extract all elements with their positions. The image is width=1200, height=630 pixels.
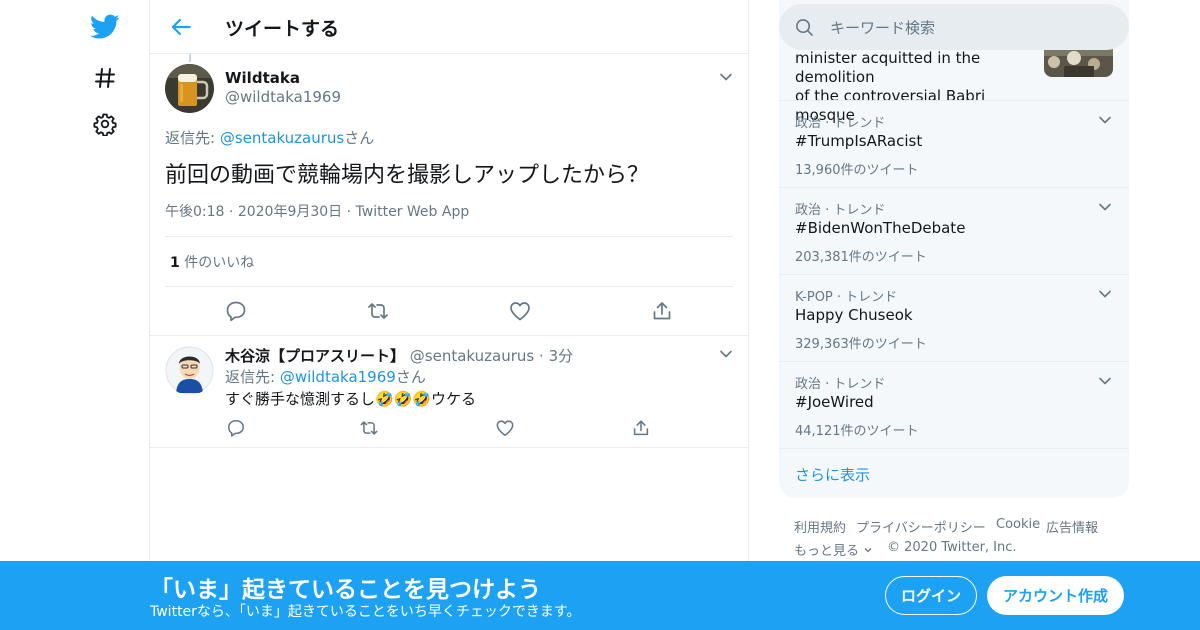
footer-copyright: © 2020 Twitter, Inc. (887, 540, 1017, 555)
tweet-more-chevron-icon[interactable] (718, 69, 734, 85)
like-heart-icon[interactable] (508, 299, 532, 323)
trend-item[interactable]: 政治 · トレンド #BidenWonTheDebate 203,381件のツイ… (779, 187, 1129, 274)
tweet-author-name[interactable]: Wildtaka (225, 69, 300, 87)
trend-category: K-POP · トレンド (795, 290, 898, 305)
divider (150, 335, 748, 336)
trend-name: #BidenWonTheDebate (795, 219, 966, 237)
trend-tweet-count: 13,960件のツイート (795, 163, 919, 178)
reply-header: 木谷涼【プロアスリート】 @sentakuzaurus · 3分 (225, 345, 573, 366)
login-button[interactable]: ログイン (885, 576, 977, 615)
page-header: ツイートする (150, 0, 748, 54)
footer-cookie-link[interactable]: Cookie (996, 517, 1040, 532)
reply-author-handle[interactable]: @sentakuzaurus (410, 347, 534, 365)
reply-author-name[interactable]: 木谷涼【プロアスリート】 (225, 347, 405, 365)
tweet-source[interactable]: Twitter Web App (356, 204, 470, 220)
trend-tweet-count: 329,363件のツイート (795, 337, 927, 352)
signup-button[interactable]: アカウント作成 (987, 576, 1124, 615)
meta-separator: · (346, 204, 352, 220)
footer-terms-link[interactable]: 利用規約 (794, 517, 846, 536)
trend-more-chevron-icon[interactable] (1097, 373, 1113, 389)
tweet-date[interactable]: 2020年9月30日 (238, 204, 342, 220)
footer-ads-link[interactable]: 広告情報 (1046, 517, 1098, 536)
reply-to-link[interactable]: @sentakuzaurus (220, 129, 344, 147)
tweet-text: 前回の動画で競輪場内を撮影しアップしたから？ (165, 163, 650, 188)
thread-connector-line (189, 54, 191, 62)
wildtaka-avatar[interactable] (165, 64, 214, 113)
share-icon[interactable] (650, 299, 674, 323)
reply-to-link[interactable]: @wildtaka1969 (280, 368, 396, 386)
main-column: ツイートする Wildtaka @wildtaka1969 返信先: @sent… (149, 0, 749, 630)
footer-more-link[interactable]: もっと見る (794, 540, 873, 559)
page-title: ツイートする (225, 18, 340, 40)
retweet-icon[interactable] (366, 299, 390, 323)
reply-prefix: 返信先: (225, 368, 280, 386)
show-more-row[interactable]: さらに表示 (779, 448, 1129, 498)
trend-more-chevron-icon[interactable] (1097, 199, 1113, 215)
reply-timestamp[interactable]: 3分 (549, 347, 574, 365)
footer-more-label: もっと見る (794, 544, 860, 559)
reply-icon[interactable] (224, 299, 248, 323)
likes-label: 件のいいね (184, 255, 255, 271)
trend-tweet-count: 44,121件のツイート (795, 424, 919, 439)
trend-item[interactable]: 政治 · トレンド #TrumpIsARacist 13,960件のツイート (779, 100, 1129, 187)
twitter-logo-icon[interactable] (88, 10, 122, 44)
news-headline-line: minister acquitted in the demolition (795, 49, 981, 86)
retweet-icon[interactable] (359, 418, 379, 438)
settings-gear-icon[interactable] (88, 107, 122, 141)
likes-count: 1 (170, 255, 180, 271)
reply-text: すぐ勝手な憶測するし🤣🤣🤣ウケる (225, 390, 477, 408)
reply-suffix: さん (344, 129, 375, 147)
tweet-author-handle[interactable]: @wildtaka1969 (225, 88, 341, 106)
trends-panel: minister acquitted in the demolition of … (779, 0, 1129, 498)
banner-subtitle: Twitterなら、「いま」起きていることをいち早くチェックできます。 (150, 604, 581, 620)
trend-tweet-count: 203,381件のツイート (795, 250, 927, 265)
share-icon[interactable] (631, 418, 651, 438)
reply-icon[interactable] (226, 418, 246, 438)
like-heart-icon[interactable] (495, 418, 515, 438)
trend-name: #TrumpIsARacist (795, 132, 923, 150)
tweet-reply-context: 返信先: @sentakuzaurusさん (165, 127, 374, 148)
divider (165, 286, 733, 287)
reply-prefix: 返信先: (165, 129, 220, 147)
tweet-meta: 午後0:18 · 2020年9月30日 · Twitter Web App (165, 201, 469, 221)
search-box[interactable]: キーワード検索 (779, 4, 1129, 50)
left-nav (0, 0, 150, 630)
trend-item[interactable]: 政治 · トレンド #JoeWired 44,121件のツイート (779, 361, 1129, 448)
kitani-avatar[interactable] (165, 346, 214, 395)
reply-more-chevron-icon[interactable] (718, 346, 734, 362)
trend-name: #JoeWired (795, 393, 874, 411)
trend-category: 政治 · トレンド (795, 203, 886, 218)
trend-more-chevron-icon[interactable] (1097, 112, 1113, 128)
trend-name: Happy Chuseok (795, 306, 913, 324)
trend-item[interactable]: K-POP · トレンド Happy Chuseok 329,363件のツイート (779, 274, 1129, 361)
footer-privacy-link[interactable]: プライバシーポリシー (856, 517, 986, 536)
search-input[interactable]: キーワード検索 (830, 17, 935, 38)
explore-hashtag-icon[interactable] (88, 61, 122, 95)
trend-more-chevron-icon[interactable] (1097, 286, 1113, 302)
trend-category: 政治 · トレンド (795, 377, 886, 392)
meta-separator: · (539, 347, 544, 365)
banner-title: 「いま」起きていることを見つけよう (150, 577, 541, 603)
show-more-link[interactable]: さらに表示 (795, 464, 870, 485)
reply-context: 返信先: @wildtaka1969さん (225, 366, 426, 387)
search-icon (795, 18, 814, 41)
tweet-time[interactable]: 午後0:18 (165, 204, 224, 220)
back-arrow-icon[interactable] (168, 14, 194, 40)
likes-stat[interactable]: 1 件のいいね (170, 252, 254, 272)
reply-suffix: さん (395, 368, 426, 386)
divider (150, 447, 748, 448)
trend-category: 政治 · トレンド (795, 116, 886, 131)
signup-banner: 「いま」起きていることを見つけよう Twitterなら、「いま」起きていることを… (0, 561, 1200, 630)
divider (165, 236, 733, 237)
meta-separator: · (228, 204, 234, 220)
chevron-down-icon (864, 548, 872, 553)
